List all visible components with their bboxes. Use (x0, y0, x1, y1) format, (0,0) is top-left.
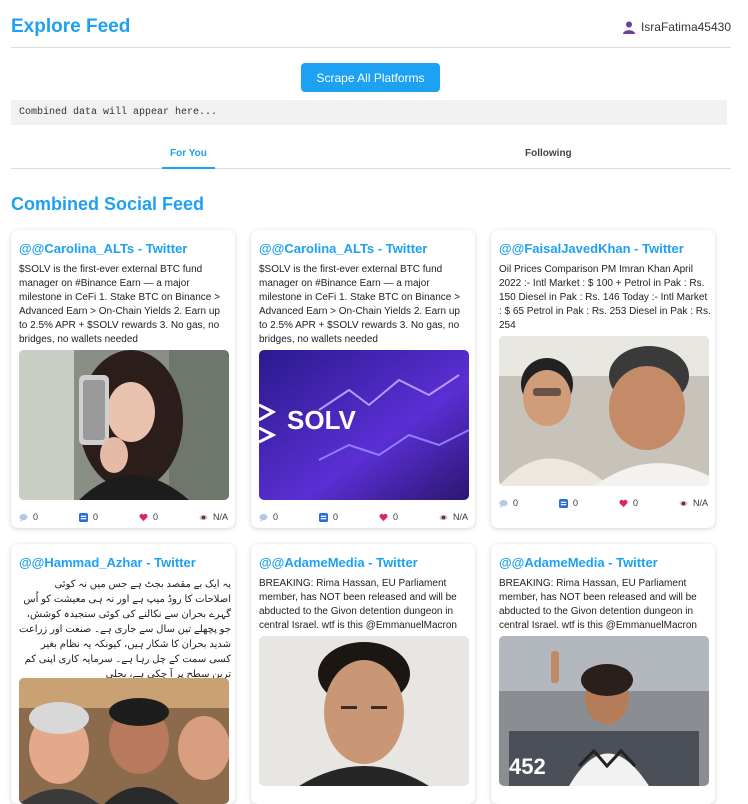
tab-for-you[interactable]: For You (162, 148, 215, 169)
like-count: 0 (393, 512, 399, 522)
feed-title: Combined Social Feed (11, 194, 205, 214)
retweet-icon (559, 498, 568, 508)
top-bar: Explore Feed IsraFatima45430 (11, 0, 731, 48)
post-image[interactable] (19, 350, 229, 500)
retweet-count: 0 (333, 512, 339, 522)
retweet-icon (319, 512, 328, 522)
banner-text: SOLV (287, 405, 356, 435)
post-image[interactable]: 452 (499, 636, 709, 786)
scrape-all-button[interactable]: Scrape All Platforms (301, 63, 440, 92)
retweet-stat[interactable]: 0 (319, 512, 338, 522)
comment-count: 0 (273, 512, 279, 522)
post-card[interactable]: @@FaisalJavedKhan - Twitter Oil Prices C… (491, 230, 715, 528)
user-menu[interactable]: IsraFatima45430 (622, 20, 731, 34)
retweet-icon (79, 512, 88, 522)
like-stat[interactable]: 0 (379, 512, 398, 522)
heart-icon (619, 499, 628, 507)
post-text: یہ ایک بے مقصد بجٹ ہے جس میں نہ کوئی اصل… (19, 579, 231, 680)
post-image[interactable]: SOLV (259, 350, 469, 500)
post-text: $SOLV is the first-ever external BTC fun… (259, 264, 460, 345)
page-title: Explore Feed (11, 16, 131, 37)
post-card[interactable]: @@Carolina_ALTs - Twitter $SOLV is the f… (251, 230, 475, 528)
view-stat: N/A (679, 498, 708, 508)
view-count: N/A (213, 512, 229, 522)
comment-count: 0 (33, 512, 39, 522)
post-stats: 0 0 0 N/A (19, 512, 229, 526)
heart-icon (379, 513, 388, 521)
comment-stat[interactable]: 0 (259, 512, 278, 522)
post-author[interactable]: @@AdameMedia - Twitter (259, 555, 418, 570)
comment-stat[interactable]: 0 (499, 498, 518, 508)
like-stat[interactable]: 0 (619, 498, 638, 508)
view-stat: N/A (439, 512, 468, 522)
retweet-stat[interactable]: 0 (559, 498, 578, 508)
post-text: BREAKING: Rima Hassan, EU Parliament mem… (259, 578, 457, 631)
post-image[interactable] (19, 678, 229, 804)
feed-tabs: For You Following (11, 140, 731, 169)
post-author[interactable]: @@Carolina_ALTs - Twitter (19, 241, 187, 256)
post-text: Oil Prices Comparison PM Imran Khan Apri… (499, 264, 711, 331)
heart-icon (139, 513, 148, 521)
post-stats: 0 0 0 N/A (499, 498, 709, 512)
post-card[interactable]: @@Carolina_ALTs - Twitter $SOLV is the f… (11, 230, 235, 528)
like-count: 0 (633, 498, 639, 508)
comment-count: 0 (513, 498, 519, 508)
comment-icon (19, 513, 28, 522)
retweet-stat[interactable]: 0 (79, 512, 98, 522)
post-text: BREAKING: Rima Hassan, EU Parliament mem… (499, 578, 697, 631)
post-image[interactable] (499, 336, 709, 486)
retweet-count: 0 (93, 512, 99, 522)
comment-icon (259, 513, 268, 522)
username: IsraFatima45430 (640, 20, 731, 34)
post-author[interactable]: @@FaisalJavedKhan - Twitter (499, 241, 684, 256)
user-icon (622, 21, 635, 34)
eye-icon (439, 514, 448, 520)
eye-icon (199, 514, 208, 520)
post-author[interactable]: @@Hammad_Azhar - Twitter (19, 555, 196, 570)
eye-icon (679, 500, 688, 506)
like-count: 0 (153, 512, 159, 522)
combined-output: Combined data will appear here... (11, 100, 727, 125)
comment-stat[interactable]: 0 (19, 512, 38, 522)
post-card[interactable]: @@AdameMedia - Twitter BREAKING: Rima Ha… (491, 544, 715, 804)
seat-number: 452 (509, 754, 546, 779)
view-count: N/A (453, 512, 469, 522)
comment-icon (499, 499, 508, 508)
post-card[interactable]: @@AdameMedia - Twitter BREAKING: Rima Ha… (251, 544, 475, 804)
post-author[interactable]: @@AdameMedia - Twitter (499, 555, 658, 570)
post-text: $SOLV is the first-ever external BTC fun… (19, 264, 220, 345)
post-image[interactable] (259, 636, 469, 786)
retweet-count: 0 (573, 498, 579, 508)
tab-following[interactable]: Following (525, 148, 572, 159)
view-count: N/A (693, 498, 709, 508)
post-stats: 0 0 0 N/A (259, 512, 469, 526)
view-stat: N/A (199, 512, 228, 522)
like-stat[interactable]: 0 (139, 512, 158, 522)
post-card[interactable]: @@Hammad_Azhar - Twitter یہ ایک بے مقصد … (11, 544, 235, 804)
post-author[interactable]: @@Carolina_ALTs - Twitter (259, 241, 427, 256)
